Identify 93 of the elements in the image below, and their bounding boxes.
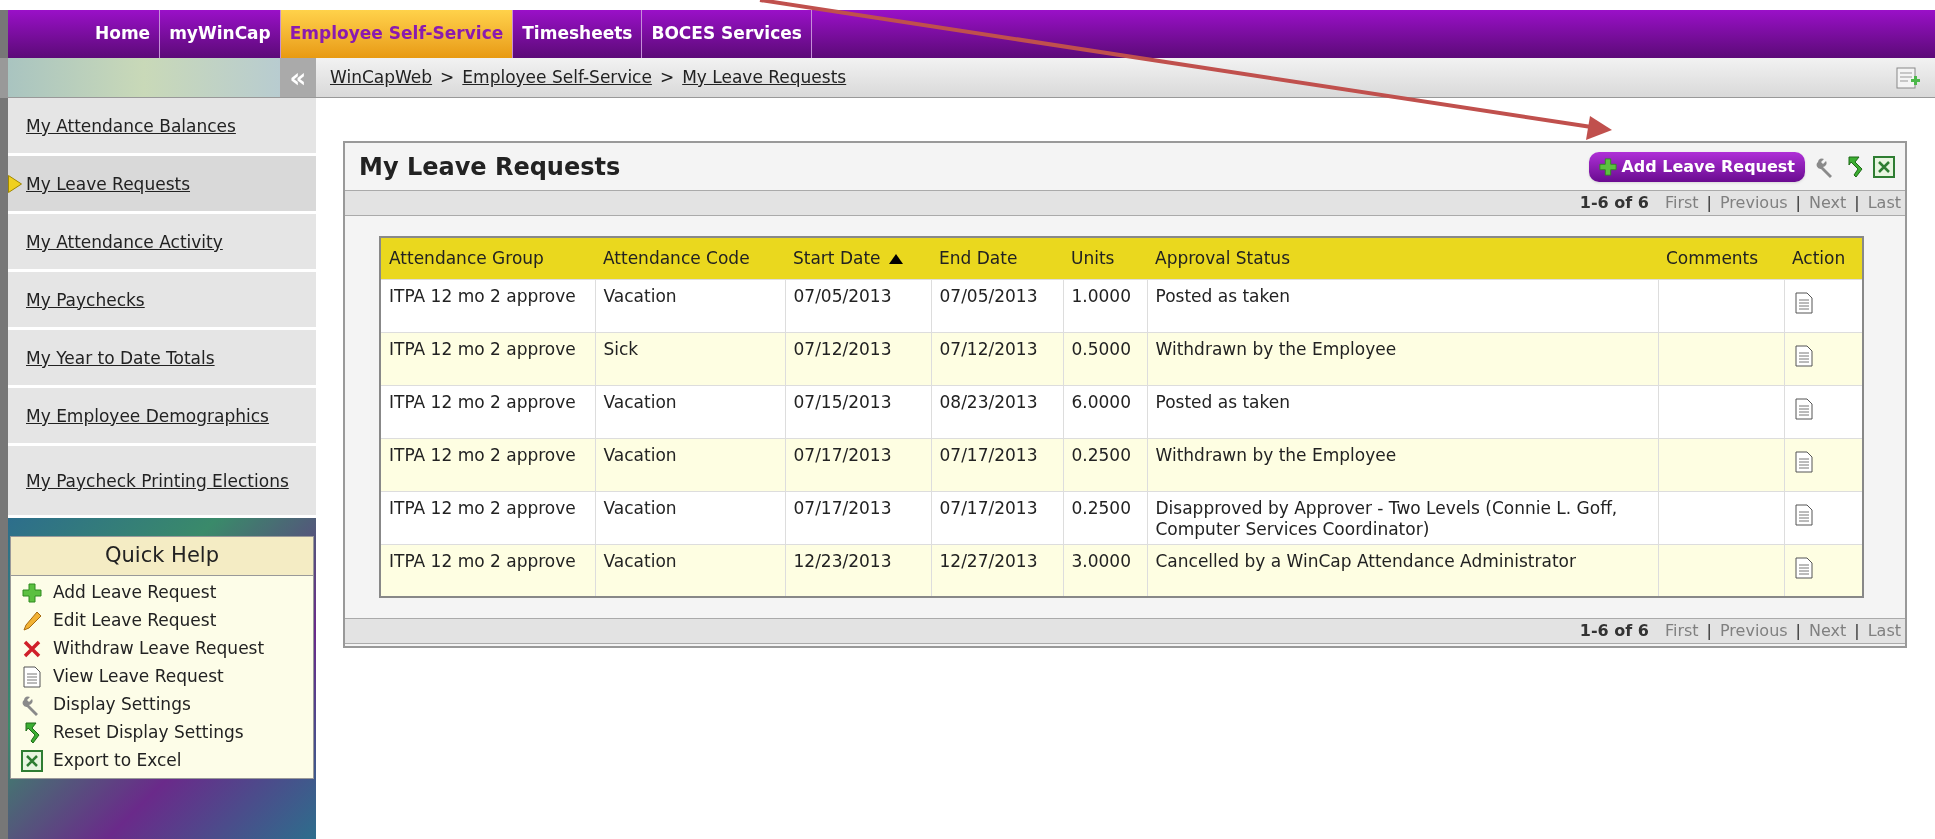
table-cell: ITPA 12 mo 2 approve	[389, 391, 576, 412]
table-cell: 07/12/2013	[793, 338, 892, 359]
table-cell: ITPA 12 mo 2 approve	[389, 338, 576, 359]
view-button[interactable]	[1794, 344, 1813, 367]
help-item-label: View Leave Request	[53, 664, 224, 688]
table-cell: Cancelled by a WinCap Attendance Administrator	[1155, 550, 1576, 571]
table-cell: Vacation	[603, 497, 677, 518]
view-button[interactable]	[1794, 503, 1813, 526]
table-cell: Vacation	[603, 391, 677, 412]
sidebar-item[interactable]: My Paycheck Printing Elections	[8, 446, 316, 518]
view-button[interactable]	[1794, 450, 1813, 473]
table-cell: ITPA 12 mo 2 approve	[389, 444, 576, 465]
column-header[interactable]: Comments	[1658, 237, 1784, 279]
table-cell: 0.2500	[1071, 444, 1131, 465]
help-item-label: Reset Display Settings	[53, 720, 244, 744]
panel-title: My Leave Requests	[359, 151, 621, 183]
table-cell: ITPA 12 mo 2 approve	[389, 285, 576, 306]
reset-icon	[22, 720, 42, 745]
column-header[interactable]: Start Date	[785, 237, 931, 279]
column-header[interactable]: End Date	[931, 237, 1063, 279]
document-icon	[23, 665, 41, 688]
table-cell: 3.0000	[1071, 550, 1131, 571]
table-cell: 1.0000	[1071, 285, 1131, 306]
table-cell: Posted as taken	[1155, 285, 1290, 306]
table-cell: 08/23/2013	[939, 391, 1038, 412]
table-cell: Posted as taken	[1155, 391, 1290, 412]
table-cell: 07/17/2013	[793, 497, 892, 518]
sidebar-item[interactable]: My Attendance Activity	[8, 214, 316, 272]
view-button[interactable]	[1794, 397, 1813, 420]
help-item-label: Withdraw Leave Request	[53, 636, 265, 660]
column-header[interactable]: Attendance Group	[380, 237, 595, 279]
separator-text: |	[1706, 620, 1712, 642]
breadcrumb-separator: >	[440, 65, 455, 89]
table-cell: 07/05/2013	[793, 285, 892, 306]
pointer-icon	[8, 174, 22, 193]
sort-ascending-icon	[888, 253, 903, 264]
table-cell: 07/12/2013	[939, 338, 1038, 359]
add-page-icon[interactable]	[1895, 64, 1921, 91]
separator-text: |	[1854, 192, 1860, 214]
breadcrumb-link[interactable]: Employee Self-Service	[462, 64, 652, 91]
separator-text: |	[1854, 620, 1860, 642]
breadcrumb-separator: >	[659, 65, 675, 89]
column-header[interactable]: Approval Status	[1147, 237, 1658, 279]
page-summary: 1-6 of 6	[1579, 620, 1649, 642]
plus-icon	[22, 582, 42, 603]
table-cell: Withdrawn by the Employee	[1155, 338, 1397, 359]
table-cell: 07/17/2013	[939, 497, 1038, 518]
sidebar-item[interactable]: My Employee Demographics	[8, 388, 316, 446]
table-cell: Withdrawn by the Employee	[1155, 444, 1397, 465]
column-header[interactable]: Attendance Code	[595, 237, 785, 279]
help-item-label: Display Settings	[53, 692, 191, 716]
separator-text: |	[1706, 192, 1712, 214]
table-cell: 07/15/2013	[793, 391, 892, 412]
reset-button[interactable]	[1845, 154, 1865, 179]
view-button[interactable]	[1794, 291, 1813, 314]
table-cell: Vacation	[603, 550, 677, 571]
table-cell: 0.5000	[1071, 338, 1131, 359]
table-cell: 12/23/2013	[793, 550, 892, 571]
sidebar-item[interactable]: My Leave Requests	[8, 156, 316, 214]
separator-text: |	[1795, 620, 1801, 642]
table-cell: Disapproved by Approver - Two Levels (Connie L. Goff, Computer Services Coordinator)	[1155, 497, 1618, 539]
table-cell: Sick	[603, 338, 639, 359]
separator-text: |	[1795, 192, 1801, 214]
plus-icon	[1599, 157, 1618, 176]
table-cell: 0.2500	[1071, 497, 1131, 518]
table-cell: ITPA 12 mo 2 approve	[389, 497, 576, 518]
table-cell: Vacation	[603, 285, 677, 306]
breadcrumb-link[interactable]: WinCapWeb	[330, 64, 433, 91]
add-leave-request-button[interactable]: Add Leave Request	[1589, 151, 1805, 182]
column-header[interactable]: Action	[1784, 237, 1863, 279]
help-item-label: Export to Excel	[53, 748, 182, 772]
table-cell: 07/17/2013	[793, 444, 892, 465]
nav-tab[interactable]: Employee Self-Service	[280, 10, 514, 58]
page-summary: 1-6 of 6	[1579, 192, 1649, 214]
view-button[interactable]	[1794, 556, 1813, 579]
table-cell: Vacation	[603, 444, 677, 465]
x-icon	[22, 638, 42, 659]
spreadsheet-icon	[21, 749, 43, 772]
table-cell: ITPA 12 mo 2 approve	[389, 550, 576, 571]
sidebar-item[interactable]: My Attendance Balances	[8, 98, 316, 156]
table-cell: 12/27/2013	[939, 550, 1038, 571]
export-button[interactable]	[1873, 155, 1895, 178]
table-cell: 6.0000	[1071, 391, 1131, 412]
table-cell: 07/05/2013	[939, 285, 1038, 306]
pencil-icon	[22, 610, 42, 631]
quick-help-title: Quick Help	[11, 537, 313, 576]
column-header[interactable]: Units	[1063, 237, 1147, 279]
sidebar-item[interactable]: My Year to Date Totals	[8, 330, 316, 388]
breadcrumb-link[interactable]: My Leave Requests	[682, 64, 847, 91]
help-item-label: Add Leave Request	[53, 580, 217, 604]
table-cell: 07/17/2013	[939, 444, 1038, 465]
help-item-label: Edit Leave Request	[53, 608, 217, 632]
sidebar-item[interactable]: My Paychecks	[8, 272, 316, 330]
